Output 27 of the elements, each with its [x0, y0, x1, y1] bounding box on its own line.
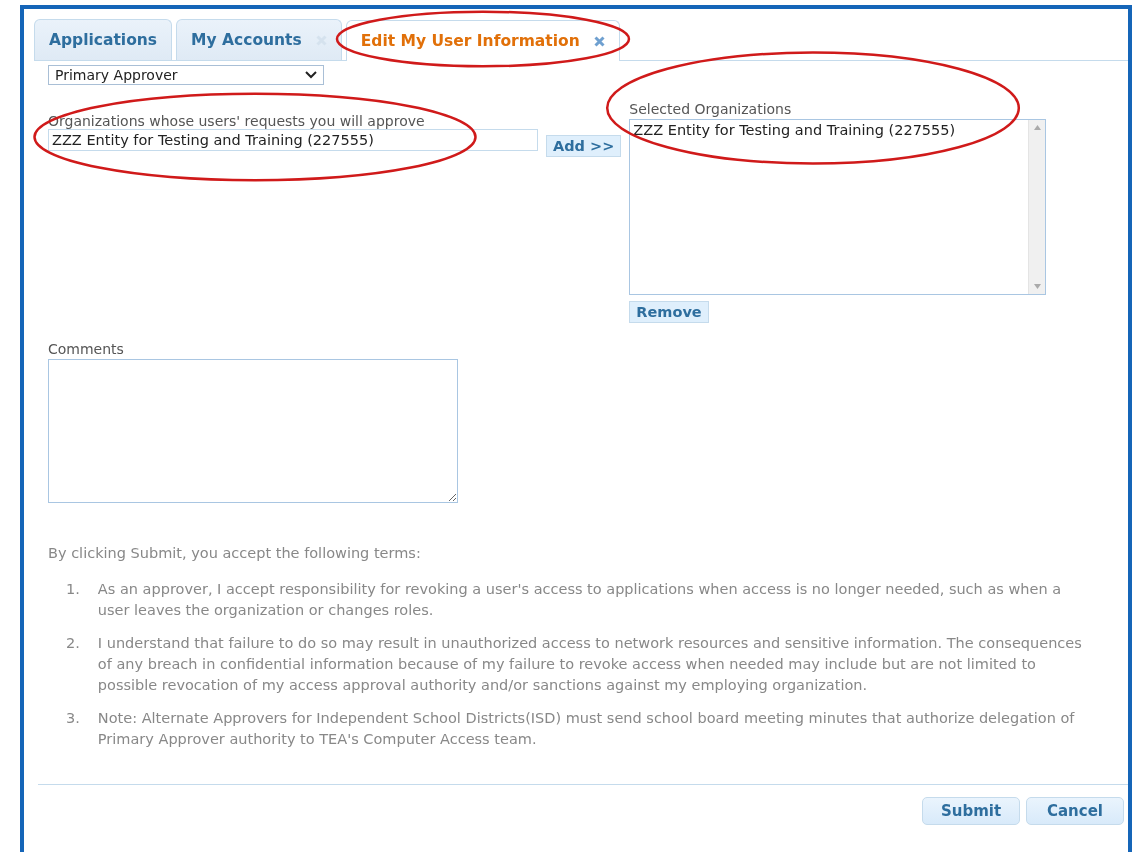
approver-type-dropdown[interactable]: Primary Approver [48, 65, 324, 85]
scroll-down-icon[interactable] [1033, 284, 1041, 289]
scrollbar[interactable] [1028, 120, 1046, 294]
submit-button[interactable]: Submit [922, 797, 1020, 825]
term-text: As an approver, I accept responsibility for revoking a user's access to applications when access is no longer needed, such as when a user leaves the organization or changes roles. [97, 580, 1063, 620]
field-label: Comments [48, 341, 125, 357]
terms-intro: By clicking Submit, you accept the following terms: [48, 545, 422, 561]
field-label: Organizations whose users' requests you will approve [48, 113, 426, 129]
term-text: I understand that failure to do so may result in unauthorized access to network resources and sensitive information. The consequences of any breach in confidential information because of my failure to revoke access when needed may include but are not limited to possible revocation of my access approval authority and/or sanctions against my employing organization. [97, 634, 1083, 695]
tab[interactable]: Applications [34, 19, 173, 60]
list-number: 2. [66, 634, 80, 653]
tab[interactable]: My Accounts [176, 19, 342, 60]
term-text: Note: Alternate Approvers for Independent School Districts(ISD) must send school board meeting minutes that authorize delegation of Primary Approver authority to TEA's Computer Access team. [97, 709, 1076, 749]
list-number: 1. [66, 580, 80, 599]
chevron-down-icon [305, 71, 317, 79]
organization-input[interactable]: ZZZ Entity for Testing and Training (227555) [48, 129, 538, 151]
tab[interactable]: Edit My User Information [345, 20, 620, 61]
scroll-up-icon[interactable] [1033, 125, 1041, 130]
list-number: 3. [66, 709, 80, 728]
cancel-button[interactable]: Cancel [1026, 797, 1124, 825]
add-button[interactable]: Add >> [546, 135, 622, 157]
comments-field[interactable] [48, 359, 458, 503]
remove-button[interactable]: Remove [629, 301, 709, 323]
close-icon[interactable] [593, 35, 605, 47]
list-item[interactable]: ZZZ Entity for Testing and Training (227555) [633, 122, 1026, 138]
selected-organizations-list[interactable]: ZZZ Entity for Testing and Training (227555) [629, 119, 1047, 295]
field-label: Selected Organizations [629, 101, 793, 117]
